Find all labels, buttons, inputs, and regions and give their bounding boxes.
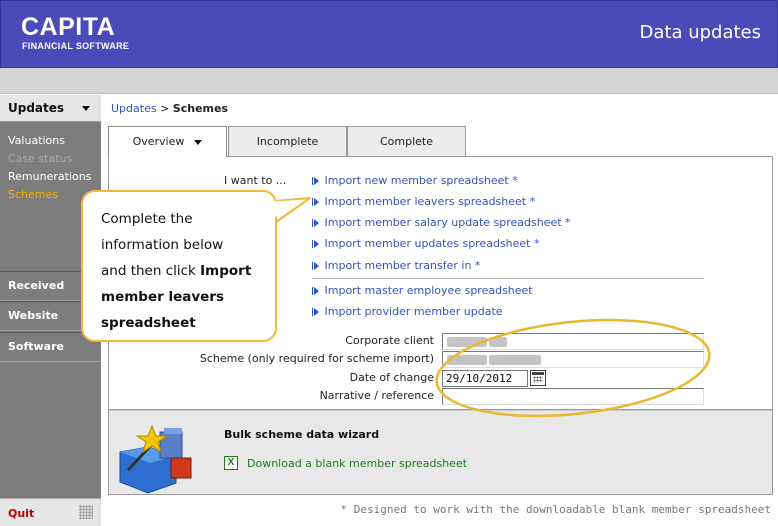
- callout-text: and then click: [101, 263, 201, 279]
- link-label: Import master employee spreadsheet: [324, 284, 533, 297]
- import-new-member-link[interactable]: Import new member spreadsheet *: [312, 174, 518, 187]
- wizard-section: [108, 410, 773, 495]
- callout-bold-spreadsheet: spreadsheet: [101, 315, 196, 331]
- arrow-right-icon: [312, 262, 313, 270]
- toolbar-strip: [0, 68, 778, 94]
- wizard-title: Bulk scheme data wizard: [224, 428, 380, 441]
- narrative-label: Narrative / reference: [319, 389, 434, 402]
- tab-incomplete-label: Incomplete: [256, 135, 319, 148]
- divider: [312, 278, 704, 279]
- tab-complete-label: Complete: [379, 135, 433, 148]
- narrative-input[interactable]: [442, 388, 704, 405]
- sidebar-updates-label: Updates: [8, 101, 65, 115]
- breadcrumb: Updates > Schemes: [111, 102, 228, 115]
- redacted-value: [489, 337, 507, 347]
- resize-grip-icon: [79, 505, 93, 519]
- app-header: CAPITA FINANCIAL SOFTWARE Data updates: [0, 0, 778, 68]
- callout-line-1: Complete the: [101, 211, 193, 227]
- arrow-right-icon: [312, 177, 313, 185]
- sidebar-item-valuations[interactable]: Valuations: [8, 134, 65, 147]
- breadcrumb-current: Schemes: [172, 102, 229, 115]
- scheme-input[interactable]: [442, 351, 704, 368]
- arrow-right-icon: [312, 308, 313, 316]
- sidebar-updates-dropdown[interactable]: Updates: [0, 95, 101, 122]
- callout-line-3: and then click Import: [101, 258, 265, 284]
- excel-icon: X: [224, 456, 238, 470]
- callout-line-4: member leavers: [101, 284, 265, 310]
- calendar-icon[interactable]: [530, 370, 546, 386]
- callout-bold-leavers: member leavers: [101, 289, 225, 305]
- arrow-right-icon: [312, 219, 313, 227]
- logo-subtitle: FINANCIAL SOFTWARE: [22, 41, 130, 51]
- redacted-value: [489, 355, 541, 365]
- import-member-leavers-link[interactable]: Import member leavers spreadsheet *: [312, 195, 535, 208]
- chevron-down-icon: [194, 139, 203, 145]
- link-label: Import member salary update spreadsheet …: [324, 216, 571, 229]
- tab-overview[interactable]: Overview: [108, 126, 227, 157]
- quit-bar: Quit: [0, 498, 101, 526]
- import-master-employee-link[interactable]: Import master employee spreadsheet: [312, 284, 533, 297]
- scheme-label: Scheme (only required for scheme import): [199, 352, 434, 365]
- tab-complete[interactable]: Complete: [347, 126, 466, 156]
- capita-logo: CAPITA: [21, 13, 116, 41]
- link-label: Import provider member update: [324, 305, 503, 318]
- arrow-right-icon: [312, 287, 313, 295]
- link-label: Import member transfer in *: [324, 259, 481, 272]
- arrow-right-icon: [312, 240, 313, 248]
- corporate-client-input[interactable]: [442, 333, 704, 350]
- callout-line-5: spreadsheet: [101, 310, 265, 336]
- download-spreadsheet-link[interactable]: Download a blank member spreadsheet: [247, 457, 467, 470]
- tab-overview-label: Overview: [132, 135, 185, 148]
- arrow-right-icon: [312, 198, 313, 206]
- link-label: Import new member spreadsheet *: [324, 174, 518, 187]
- sidebar-item-remunerations[interactable]: Remunerations: [8, 170, 91, 183]
- sidebar-item-schemes[interactable]: Schemes: [8, 188, 58, 201]
- breadcrumb-separator: >: [156, 102, 173, 115]
- quit-button[interactable]: Quit: [8, 507, 34, 520]
- import-member-updates-link[interactable]: Import member updates spreadsheet *: [312, 237, 540, 250]
- instruction-callout: Complete the information below and then …: [81, 190, 277, 342]
- chevron-down-icon: [82, 106, 90, 111]
- redacted-value: [447, 337, 487, 347]
- callout-line-2: information below: [101, 237, 224, 253]
- footnote: * Designed to work with the downloadable…: [340, 503, 771, 516]
- redacted-value: [447, 355, 487, 365]
- import-salary-update-link[interactable]: Import member salary update spreadsheet …: [312, 216, 571, 229]
- page-title: Data updates: [639, 22, 762, 43]
- import-member-transfer-link[interactable]: Import member transfer in *: [312, 259, 480, 272]
- callout-bold-import: Import: [200, 263, 252, 279]
- import-provider-member-link[interactable]: Import provider member update: [312, 305, 503, 318]
- i-want-to-label: I want to ...: [224, 174, 287, 187]
- date-of-change-label: Date of change: [349, 371, 434, 384]
- sidebar-item-case-status[interactable]: Case status: [8, 152, 72, 165]
- tab-incomplete[interactable]: Incomplete: [228, 126, 347, 156]
- breadcrumb-updates-link[interactable]: Updates: [111, 102, 157, 115]
- link-label: Import member updates spreadsheet *: [324, 237, 540, 250]
- link-label: Import member leavers spreadsheet *: [324, 195, 536, 208]
- date-of-change-input[interactable]: 29/10/2012: [442, 370, 528, 387]
